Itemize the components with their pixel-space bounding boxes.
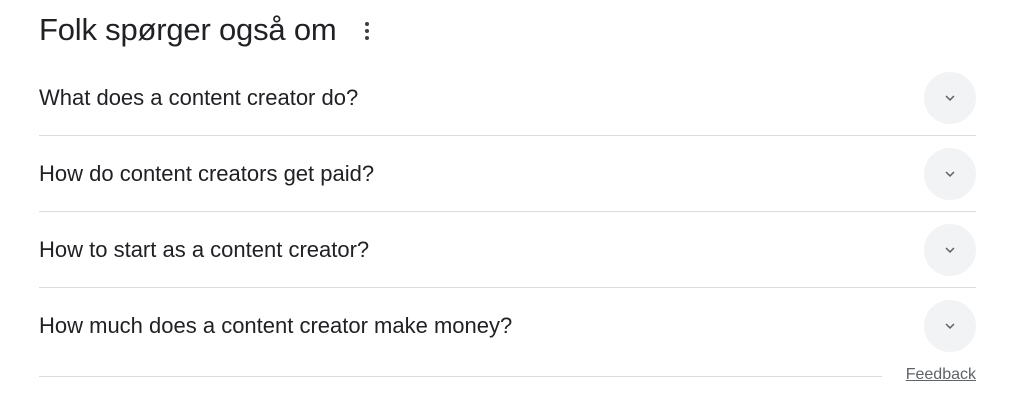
expand-button[interactable] bbox=[924, 147, 976, 200]
kebab-dot bbox=[364, 29, 369, 33]
more-vert-icon[interactable] bbox=[359, 17, 375, 45]
expand-button[interactable] bbox=[924, 71, 976, 124]
question-text: How to start as a content creator? bbox=[39, 236, 370, 262]
question-item[interactable]: How do content creators get paid? bbox=[39, 136, 976, 212]
chevron-down-icon bbox=[945, 323, 955, 329]
kebab-dot bbox=[364, 22, 369, 26]
question-item[interactable]: How to start as a content creator? bbox=[39, 212, 976, 288]
expand-button[interactable] bbox=[924, 223, 976, 276]
chevron-down-icon bbox=[945, 246, 955, 253]
panel-footer: Feedback bbox=[39, 362, 976, 390]
question-text: How do content creators get paid? bbox=[39, 160, 375, 186]
footer-divider bbox=[39, 376, 882, 377]
question-text: How much does a content creator make mon… bbox=[39, 313, 513, 338]
kebab-dot bbox=[364, 36, 369, 40]
question-item[interactable]: What does a content creator do? bbox=[39, 60, 976, 136]
feedback-link[interactable]: Feedback bbox=[906, 365, 976, 385]
question-item[interactable]: How much does a content creator make mon… bbox=[39, 288, 976, 364]
question-text: What does a content creator do? bbox=[39, 84, 359, 110]
expand-button[interactable] bbox=[924, 300, 976, 352]
panel-title: Folk spørger også om bbox=[39, 12, 337, 47]
question-list: What does a content creator do? How do c… bbox=[39, 60, 976, 364]
chevron-down-icon bbox=[945, 170, 955, 177]
panel-header: Folk spørger også om bbox=[39, 10, 375, 50]
people-also-ask-panel: Folk spørger også om What does a content… bbox=[39, 0, 976, 416]
chevron-down-icon bbox=[945, 94, 955, 101]
